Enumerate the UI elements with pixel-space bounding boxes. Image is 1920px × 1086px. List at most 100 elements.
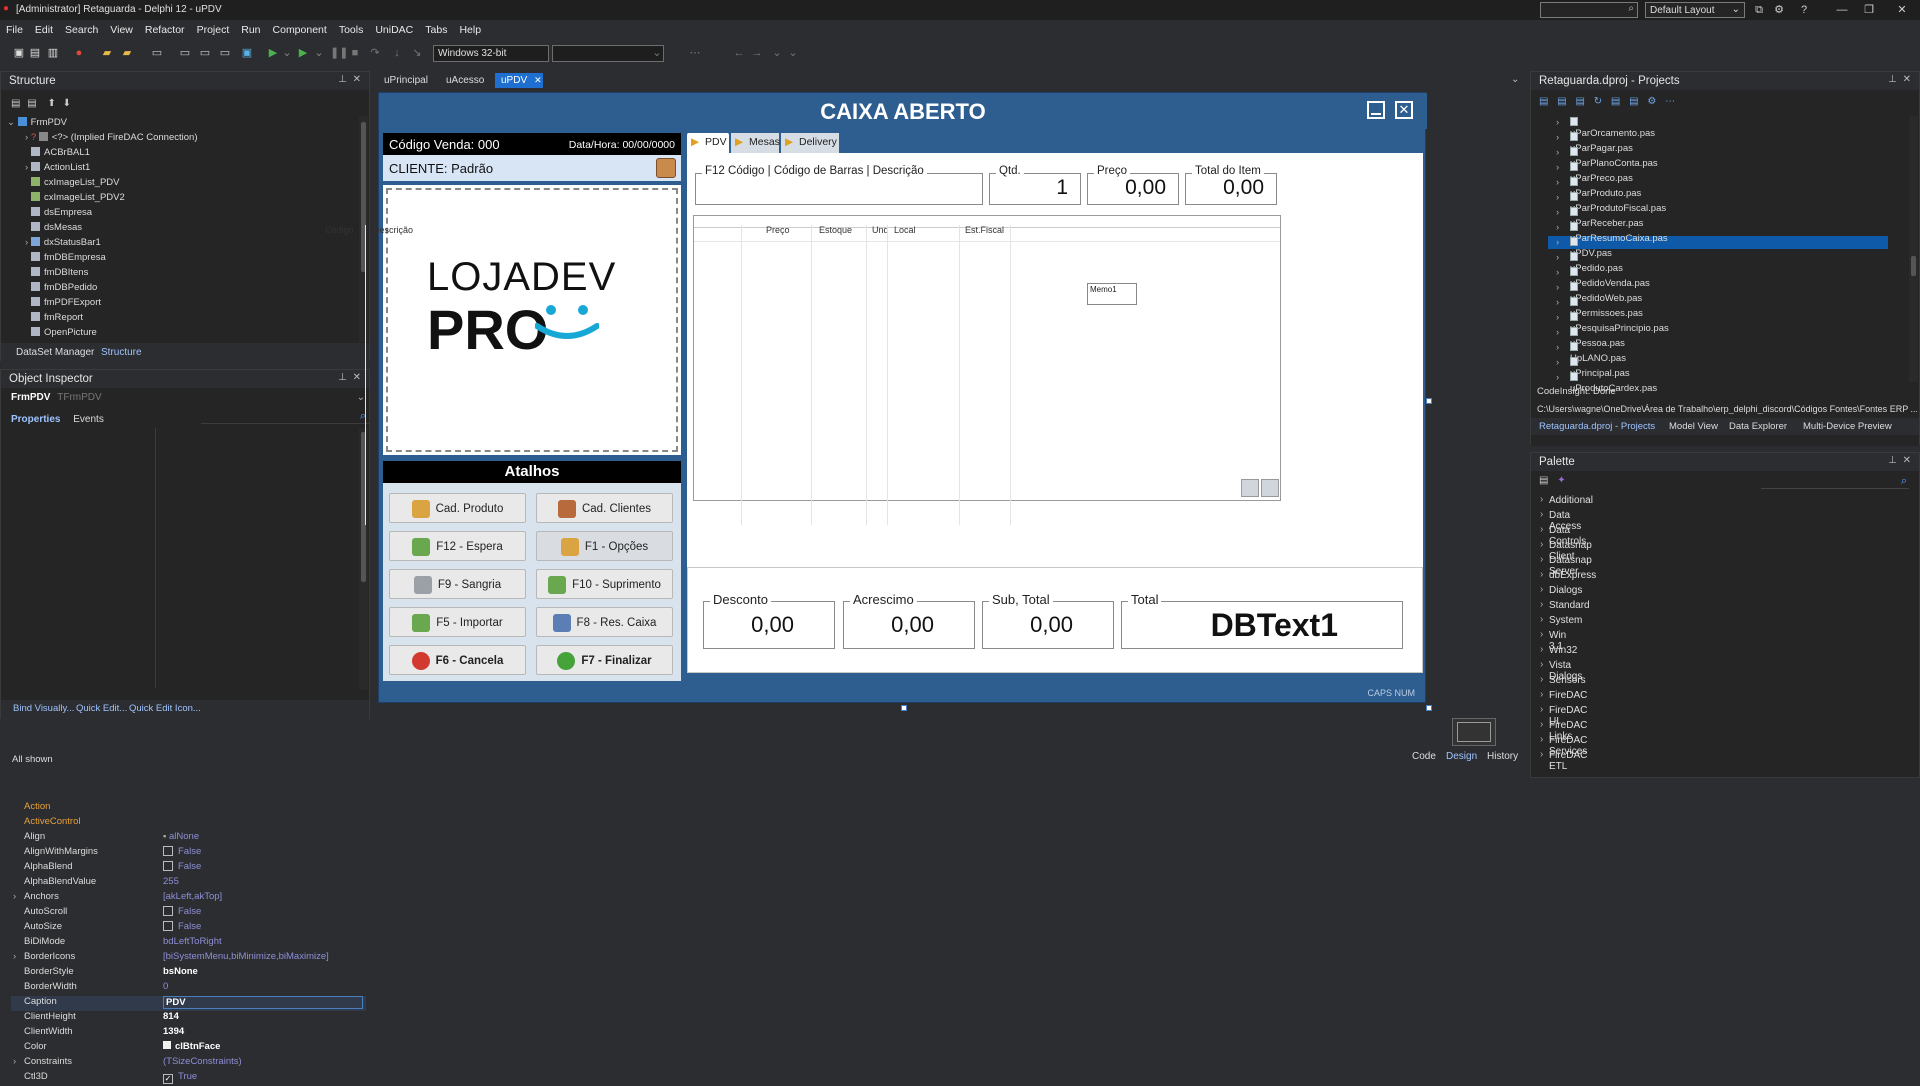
- filter-icon[interactable]: ✦: [1557, 475, 1565, 486]
- new-icon[interactable]: ▣: [12, 46, 26, 60]
- menu-tabs[interactable]: Tabs: [419, 20, 453, 36]
- build-icon[interactable]: ▤: [1611, 96, 1620, 107]
- total-item-input[interactable]: Total do Item 0,00: [1185, 165, 1277, 205]
- property-value[interactable]: PDV: [163, 996, 363, 1009]
- menu-refactor[interactable]: Refactor: [139, 20, 191, 36]
- busca-produto-input[interactable]: F12 Código | Código de Barras | Descriçã…: [695, 165, 983, 205]
- tab-multi-device-preview[interactable]: Multi-Device Preview: [1803, 421, 1892, 432]
- property-row[interactable]: Caption PDV: [11, 996, 366, 1011]
- grid-column-header[interactable]: Descrição: [373, 225, 413, 236]
- tree-item[interactable]: › ActionList1: [25, 162, 90, 173]
- open-project-icon[interactable]: ▰: [100, 46, 114, 60]
- menu-edit[interactable]: Edit: [29, 20, 59, 36]
- tab-updv[interactable]: uPDV ✕: [495, 73, 543, 88]
- f5-importar-button[interactable]: F5 - Importar: [389, 607, 526, 637]
- grid-column-header[interactable]: Est.Fiscal: [965, 225, 1004, 236]
- property-value[interactable]: [biSystemMenu,biMinimize,biMaximize]: [163, 951, 329, 962]
- property-value[interactable]: clBtnFace: [163, 1041, 220, 1052]
- tab-pdv[interactable]: ▶ PDV: [687, 133, 729, 153]
- menu-project[interactable]: Project: [191, 20, 236, 36]
- f12-espera-button[interactable]: F12 - Espera: [389, 531, 526, 561]
- remove-file-icon[interactable]: ▭: [218, 46, 232, 60]
- property-value[interactable]: ▪ alNone: [163, 831, 199, 842]
- property-row[interactable]: Ctl3D ✓ True: [11, 1071, 366, 1086]
- resize-handle-corner[interactable]: [1426, 705, 1432, 711]
- property-row[interactable]: AutoScroll False: [11, 906, 366, 921]
- expand-chevron-icon[interactable]: ›: [1556, 132, 1559, 143]
- step-over-icon[interactable]: ↷: [368, 46, 382, 60]
- up-arrow-icon[interactable]: ⬆: [47, 98, 55, 109]
- minimize-icon[interactable]: —: [1835, 3, 1849, 17]
- reset-icon[interactable]: ■: [348, 46, 362, 60]
- f6-cancela-button[interactable]: F6 - Cancela: [389, 645, 526, 675]
- tree-item[interactable]: fmDBEmpresa: [31, 252, 106, 263]
- open-icon[interactable]: ▥: [46, 46, 60, 60]
- tab-code[interactable]: Code: [1412, 751, 1436, 762]
- tab-mesas[interactable]: ▶ Mesas: [731, 133, 780, 153]
- palette-category[interactable]: dbExpress: [1540, 569, 1596, 581]
- palette-category[interactable]: Dialogs: [1540, 584, 1582, 596]
- property-value[interactable]: False: [163, 921, 201, 932]
- expand-chevron-icon[interactable]: ›: [13, 951, 16, 962]
- expand-chevron-icon[interactable]: ›: [1556, 177, 1559, 188]
- tab-uprincipal[interactable]: uPrincipal: [378, 73, 434, 88]
- property-row[interactable]: Color clBtnFace: [11, 1041, 366, 1056]
- bind-visually-link[interactable]: Bind Visually...: [13, 703, 74, 714]
- tree-item-frmpdv[interactable]: ⌄ FrmPDV: [7, 117, 67, 128]
- menu-view[interactable]: View: [104, 20, 139, 36]
- run-dropdown-icon[interactable]: ⌄: [280, 46, 294, 60]
- add-file-icon[interactable]: ▭: [198, 46, 212, 60]
- palette-category[interactable]: System: [1540, 614, 1582, 626]
- property-value[interactable]: bsNone: [163, 966, 198, 977]
- resize-handle-bottom[interactable]: [901, 705, 907, 711]
- tree-item[interactable]: › dxStatusBar1: [25, 237, 101, 248]
- subtotal-box[interactable]: Sub, Total 0,00: [982, 592, 1114, 649]
- expand-chevron-icon[interactable]: ›: [1556, 147, 1559, 158]
- project-file-item[interactable]: › uProdutoCardex.pas: [1556, 372, 1657, 394]
- tab-projects[interactable]: Retaguarda.dproj - Projects: [1539, 421, 1655, 432]
- menu-search[interactable]: Search: [59, 20, 104, 36]
- menu-unidac[interactable]: UniDAC: [369, 20, 419, 36]
- property-row[interactable]: AlphaBlend False: [11, 861, 366, 876]
- tab-data-explorer[interactable]: Data Explorer: [1729, 421, 1787, 432]
- tree-item[interactable]: dsMesas: [31, 222, 82, 233]
- checkbox-checked-icon[interactable]: ✓: [163, 1074, 173, 1084]
- tree-item[interactable]: OpenPicture: [31, 327, 97, 338]
- property-row[interactable]: BorderIcons › [biSystemMenu,biMinimize,biM…: [11, 951, 366, 966]
- run-options-icon[interactable]: ⌄: [312, 46, 326, 60]
- expand-chevron-icon[interactable]: ›: [1556, 327, 1559, 338]
- expand-icon[interactable]: ▤: [1629, 96, 1638, 107]
- resize-handle-right[interactable]: [1426, 398, 1432, 404]
- pin-icon[interactable]: ⊥: [338, 372, 347, 383]
- save-all-icon[interactable]: ▭: [178, 46, 192, 60]
- tab-design[interactable]: Design: [1446, 751, 1477, 762]
- grid-delete-icon[interactable]: [1261, 479, 1279, 497]
- options-icon[interactable]: ⚙: [1647, 96, 1656, 107]
- property-row[interactable]: BiDiMode bdLeftToRight: [11, 936, 366, 951]
- sync-icon[interactable]: ▤: [1539, 96, 1548, 107]
- f7-finalizar-button[interactable]: F7 - Finalizar: [536, 645, 673, 675]
- save-layout-icon[interactable]: ⧉: [1752, 3, 1766, 17]
- tree-item[interactable]: cxImageList_PDV2: [31, 192, 125, 203]
- property-value[interactable]: False: [163, 906, 201, 917]
- property-search-input[interactable]: ⌕: [201, 410, 369, 424]
- forward-icon[interactable]: →: [750, 46, 764, 60]
- deploy-icon[interactable]: ⋯: [688, 46, 702, 60]
- user-icon[interactable]: [656, 158, 676, 178]
- history-dropdown-icon[interactable]: ⌄: [770, 46, 784, 60]
- checkbox-icon[interactable]: [163, 921, 173, 931]
- tab-events[interactable]: Events: [73, 414, 104, 425]
- tab-list-chevron-icon[interactable]: ⌄: [1511, 74, 1519, 85]
- f8-res-caixa-button[interactable]: F8 - Res. Caixa: [536, 607, 673, 637]
- qtd-input[interactable]: Qtd. 1: [989, 165, 1081, 205]
- property-value[interactable]: False: [163, 861, 201, 872]
- form-navigator-thumbnail[interactable]: [1452, 718, 1496, 746]
- property-row[interactable]: Anchors › [akLeft,akTop]: [11, 891, 366, 906]
- palette-category[interactable]: Win32: [1540, 644, 1577, 656]
- chevron-down-icon[interactable]: ⌄: [650, 46, 664, 60]
- property-row[interactable]: BorderWidth 0: [11, 981, 366, 996]
- close-icon[interactable]: ✕: [353, 372, 361, 383]
- tab-history[interactable]: History: [1487, 751, 1518, 762]
- tab-delivery[interactable]: ▶ Delivery: [781, 133, 839, 153]
- toggle-form-icon[interactable]: ▣: [240, 46, 254, 60]
